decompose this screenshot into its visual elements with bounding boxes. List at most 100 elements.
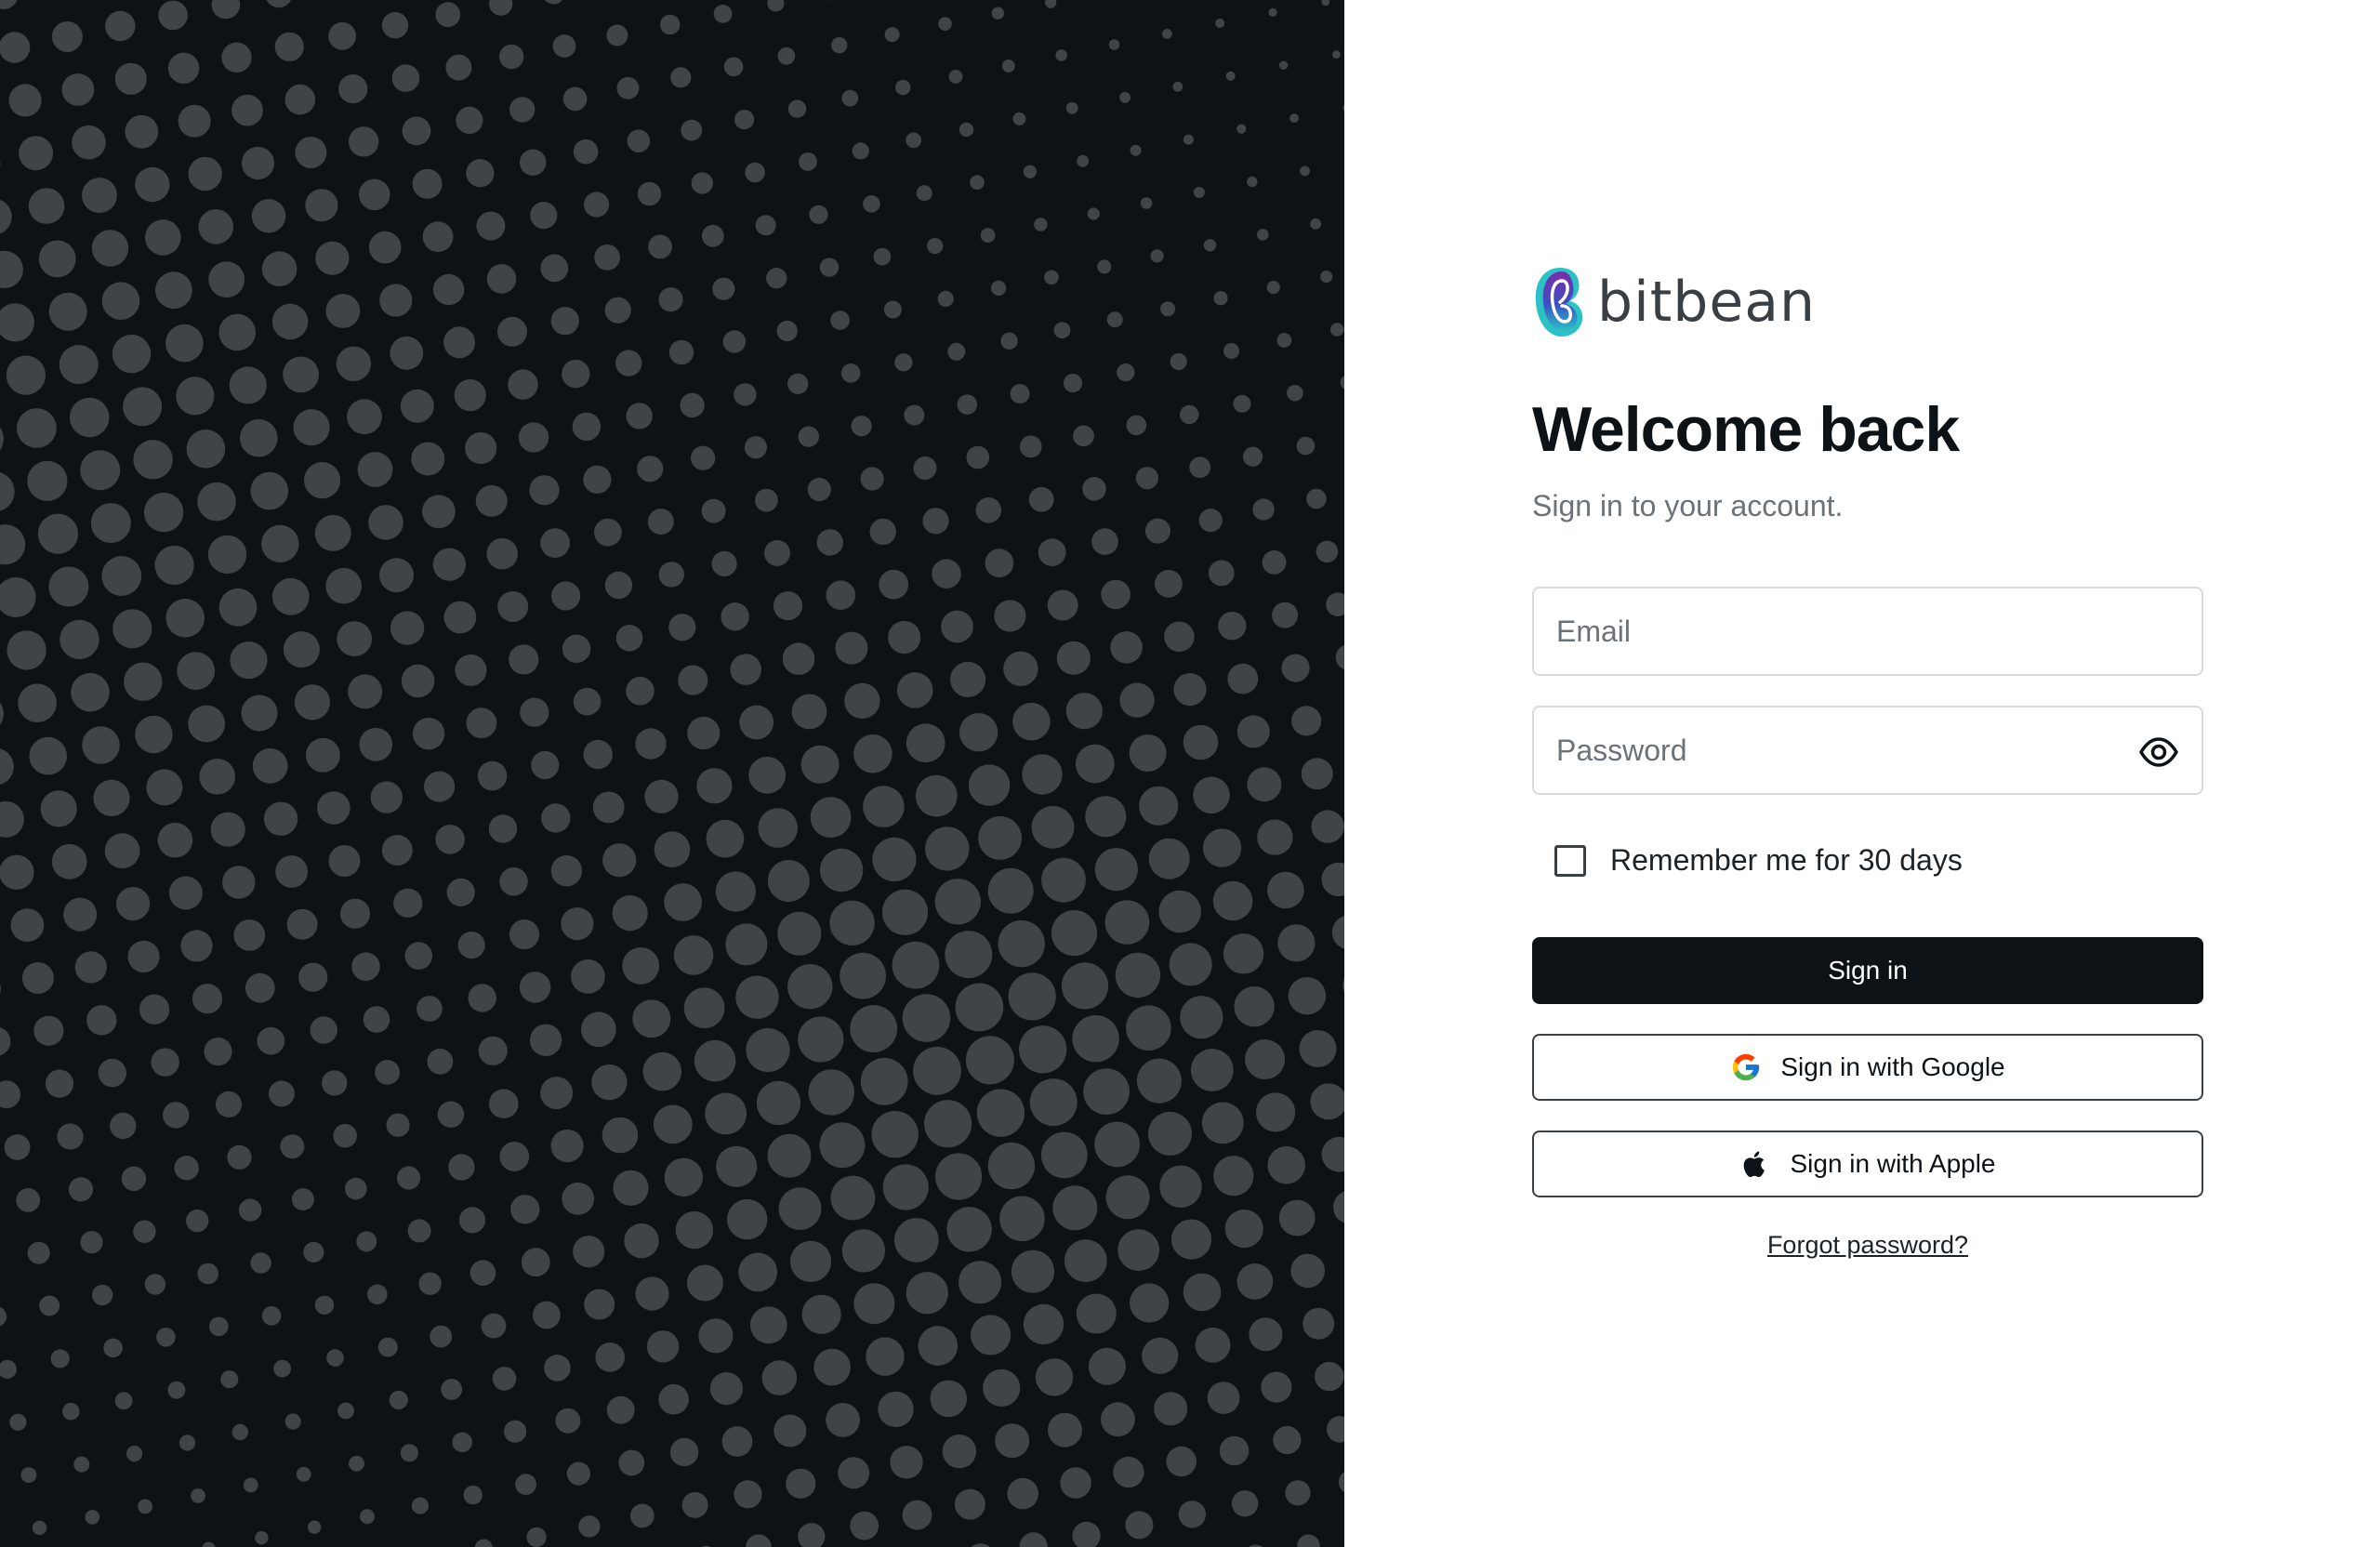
decorative-dot — [144, 1274, 166, 1295]
sign-in-button-label: Sign in — [1828, 956, 1908, 985]
decorative-dot — [1085, 796, 1127, 838]
sign-in-with-apple-button[interactable]: Sign in with Apple — [1532, 1130, 2203, 1197]
decorative-dot — [251, 199, 286, 233]
decorative-dot — [1142, 1337, 1179, 1374]
decorative-dot — [1281, 654, 1310, 682]
eye-icon[interactable] — [2138, 732, 2179, 773]
sign-in-button[interactable]: Sign in — [1532, 937, 2203, 1004]
decorative-dot — [1170, 1219, 1212, 1260]
decorative-dot — [744, 436, 768, 459]
decorative-dot — [935, 1153, 983, 1200]
decorative-dot — [1272, 602, 1299, 628]
decorative-dot — [766, 268, 787, 289]
decorative-dot — [280, 1134, 305, 1159]
decorative-dot — [1301, 758, 1333, 790]
remember-me-row: Remember me for 30 days — [1532, 843, 2203, 878]
decorative-dot — [746, 1027, 790, 1073]
decorative-dot — [807, 477, 831, 502]
decorative-dot — [734, 1480, 762, 1509]
decorative-dot — [488, 814, 518, 843]
decorative-dot — [1029, 1078, 1078, 1127]
password-field[interactable]: Password — [1532, 706, 2203, 795]
decorative-dot — [518, 422, 549, 453]
decorative-dot — [176, 377, 215, 416]
decorative-dot — [1101, 1402, 1135, 1437]
decorative-dot — [458, 1207, 486, 1234]
decorative-dot — [295, 137, 327, 168]
decorative-dot — [1053, 322, 1071, 339]
decorative-dot — [551, 581, 581, 611]
decorative-dot — [274, 32, 304, 61]
decorative-dot — [231, 94, 263, 126]
decorative-dot — [716, 1145, 758, 1187]
decorative-dot — [1198, 509, 1223, 533]
decorative-dot — [723, 57, 744, 77]
decorative-dot — [778, 1187, 822, 1230]
remember-me-checkbox[interactable] — [1554, 844, 1586, 877]
decorative-dot — [948, 70, 963, 84]
decorative-dot — [890, 1446, 923, 1479]
decorative-dot — [664, 1157, 703, 1197]
decorative-dot — [978, 816, 1022, 860]
decorative-dot — [1001, 60, 1015, 73]
decorative-dot — [721, 1426, 753, 1457]
decorative-dot — [925, 826, 970, 871]
remember-me-label[interactable]: Remember me for 30 days — [1610, 843, 1963, 878]
decorative-dot — [1040, 1131, 1088, 1179]
decorative-dot — [1225, 71, 1236, 81]
decorative-dot — [552, 34, 576, 58]
decorative-dot — [1172, 81, 1183, 92]
decorative-dot — [126, 1446, 143, 1462]
decorative-dot — [368, 505, 403, 540]
sign-in-with-google-button[interactable]: Sign in with Google — [1532, 1034, 2203, 1101]
email-field[interactable]: Email — [1532, 587, 2203, 676]
decorative-dot — [27, 460, 68, 501]
decorative-dot — [555, 1408, 581, 1434]
decorative-dot — [125, 114, 159, 149]
decorative-dot — [349, 126, 379, 157]
decorative-dot — [787, 373, 809, 394]
decorative-dot — [326, 1349, 344, 1367]
decorative-dot — [509, 919, 540, 950]
decorative-dot — [782, 642, 815, 675]
decorative-dot — [709, 1372, 744, 1406]
decorative-dot — [325, 567, 363, 604]
decorative-dot — [252, 747, 288, 784]
decorative-dot — [826, 580, 856, 610]
decorative-dot — [983, 1368, 1021, 1407]
decorative-dot — [446, 878, 475, 906]
decorative-dot — [98, 1058, 126, 1088]
decorative-dot — [1000, 332, 1018, 350]
decorative-dot — [1310, 218, 1322, 230]
decorative-dot — [314, 1295, 335, 1316]
decorative-dot — [368, 231, 402, 264]
decorative-dot — [584, 192, 610, 218]
decorative-dot — [675, 1210, 714, 1250]
decorative-dot — [271, 577, 310, 615]
decorative-dot — [391, 64, 420, 92]
decorative-dot — [922, 508, 949, 535]
decorative-dot — [325, 294, 361, 328]
decorative-dot — [727, 1198, 768, 1240]
forgot-password-link[interactable]: Forgot password? — [1532, 1231, 2203, 1260]
decorative-dot — [721, 602, 749, 631]
decorative-dot — [604, 571, 633, 600]
decorative-dot — [0, 1027, 11, 1056]
decorative-dot — [902, 1500, 932, 1530]
decorative-dot — [209, 1316, 229, 1337]
decorative-dot — [533, 1301, 561, 1329]
decorative-dot — [0, 1306, 7, 1327]
decorative-dot — [735, 975, 779, 1019]
decorative-dot — [686, 1264, 723, 1302]
decorative-dot — [492, 1367, 517, 1391]
decorative-dot — [305, 189, 338, 222]
decorative-dot — [0, 472, 15, 511]
decorative-dot — [412, 168, 443, 199]
decorative-dot — [529, 475, 560, 506]
decorative-dot — [879, 569, 909, 600]
decorative-dot — [618, 1449, 645, 1476]
decorative-dot — [1101, 579, 1130, 610]
decorative-dot — [965, 1036, 1014, 1085]
decorative-dot — [40, 790, 77, 827]
decorative-dot — [701, 498, 726, 523]
